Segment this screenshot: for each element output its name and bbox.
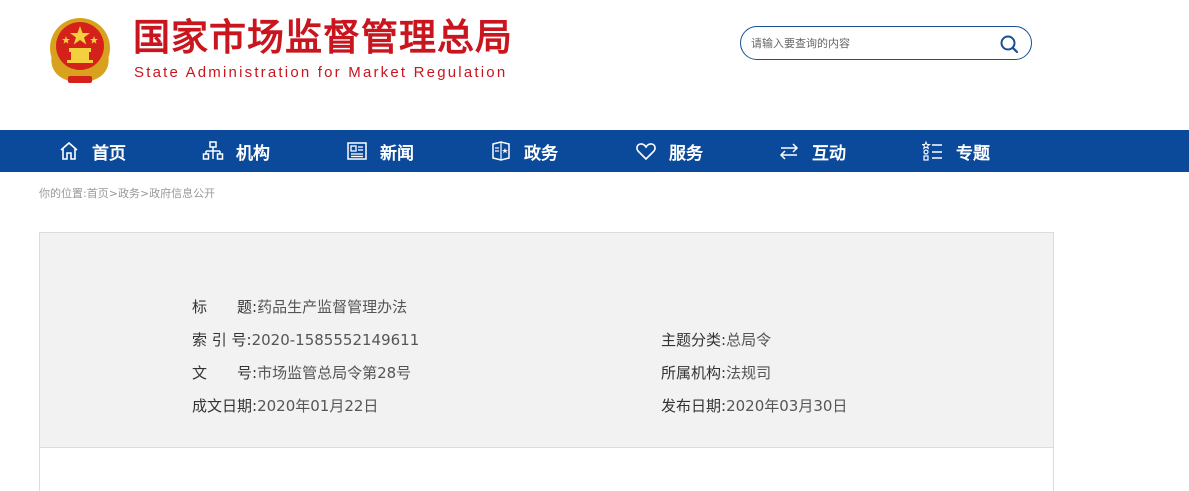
nav-item-interact[interactable]: 互动	[778, 130, 846, 172]
info-row-category: 主题分类:总局令	[661, 329, 771, 350]
home-icon	[60, 141, 78, 160]
heart-icon	[636, 143, 656, 161]
site-header: 国家市场监督管理总局 State Administration for Mark…	[0, 0, 1189, 130]
breadcrumb-prefix: 你的位置:	[39, 187, 87, 200]
breadcrumb-separator: >	[108, 187, 118, 200]
national-emblem-icon[interactable]	[42, 12, 118, 88]
site-title[interactable]: 国家市场监督管理总局	[133, 14, 513, 62]
title-value: 药品生产监督管理办法	[257, 298, 408, 316]
org-label: 所属机构:	[661, 364, 727, 382]
nav-label: 互动	[812, 143, 846, 164]
exchange-arrows-icon	[779, 143, 799, 160]
nav-item-government[interactable]: 政务	[490, 130, 558, 172]
nav-label: 政务	[524, 143, 558, 164]
nav-label: 首页	[92, 143, 126, 164]
nav-item-org[interactable]: 机构	[202, 130, 270, 172]
breadcrumb-home-link[interactable]: 首页	[87, 187, 109, 200]
index-label: 索 引 号:	[192, 331, 252, 349]
nav-label: 机构	[236, 143, 270, 164]
nav-label: 服务	[669, 143, 703, 164]
info-row-org: 所属机构:法规司	[661, 362, 771, 383]
created-date-label: 成文日期:	[192, 397, 258, 415]
document-info-panel: 标 题:药品生产监督管理办法 索 引 号:2020-1585552149611 …	[40, 233, 1053, 448]
news-icon	[347, 142, 367, 160]
search-input[interactable]	[751, 32, 991, 54]
breadcrumb: 你的位置:首页>政务>政府信息公开	[39, 185, 215, 201]
nav-item-topics[interactable]: 专题	[922, 130, 990, 172]
breadcrumb-government-link[interactable]: 政务	[118, 187, 140, 200]
org-chart-icon	[202, 141, 224, 160]
nav-item-home[interactable]: 首页	[58, 130, 126, 172]
breadcrumb-separator: >	[139, 187, 150, 200]
org-value: 法规司	[726, 364, 772, 382]
search-icon[interactable]	[999, 34, 1019, 54]
breadcrumb-info-disclosure-link[interactable]: 政府信息公开	[149, 187, 215, 200]
category-label: 主题分类:	[661, 331, 727, 349]
published-date-value: 2020年03月30日	[726, 397, 848, 415]
category-value: 总局令	[726, 331, 772, 349]
nav-item-news[interactable]: 新闻	[346, 130, 414, 172]
doc-no-label: 文 号:	[192, 364, 258, 382]
main-nav: 首页 机构 新闻 政务 服务 互动 专题	[0, 130, 1189, 172]
info-row-published-date: 发布日期:2020年03月30日	[661, 395, 847, 416]
info-row-doc-no: 文 号:市场监管总局令第28号	[192, 362, 411, 383]
info-row-title: 标 题:药品生产监督管理办法	[192, 296, 407, 317]
site-subtitle: State Administration for Market Regulati…	[134, 64, 508, 81]
nav-label: 新闻	[380, 143, 414, 164]
info-row-created-date: 成文日期:2020年01月22日	[192, 395, 378, 416]
search-box	[740, 26, 1032, 60]
government-icon	[492, 141, 510, 161]
index-value: 2020-1585552149611	[251, 331, 420, 349]
created-date-value: 2020年01月22日	[257, 397, 379, 415]
content-area: 标 题:药品生产监督管理办法 索 引 号:2020-1585552149611 …	[39, 232, 1054, 491]
info-row-index: 索 引 号:2020-1585552149611	[192, 329, 419, 350]
topic-list-icon	[922, 140, 942, 161]
nav-label: 专题	[956, 143, 990, 164]
published-date-label: 发布日期:	[661, 397, 727, 415]
title-label: 标 题:	[192, 298, 258, 316]
doc-no-value: 市场监管总局令第28号	[257, 364, 412, 382]
nav-item-service[interactable]: 服务	[635, 130, 703, 172]
